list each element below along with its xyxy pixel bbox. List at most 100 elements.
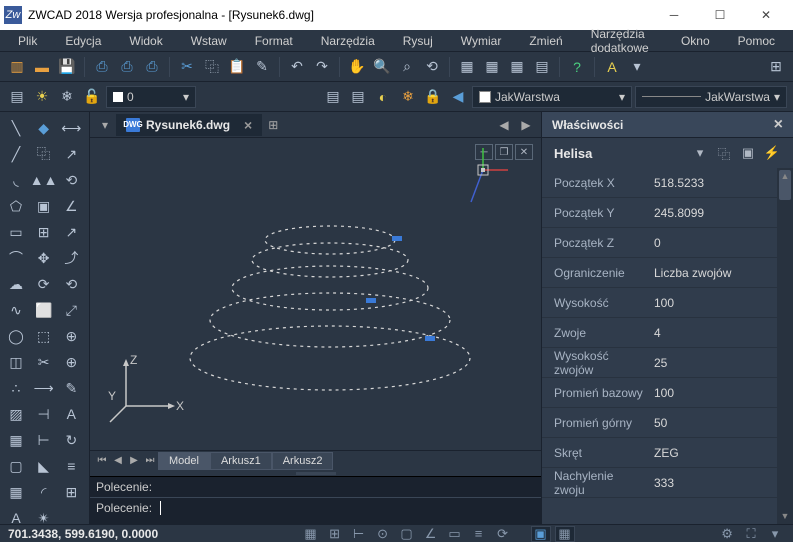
tab-dropdown-icon[interactable]: ▾	[96, 116, 114, 134]
trim-icon[interactable]: ✂	[32, 350, 56, 374]
menu-window[interactable]: Okno	[667, 32, 724, 50]
dim-jogged-icon[interactable]: ⤴	[59, 246, 83, 270]
layout-first-icon[interactable]: ⏮	[94, 453, 110, 469]
property-value[interactable]: 245.8099	[646, 206, 793, 220]
pan-icon[interactable]: ✋	[346, 56, 368, 78]
menu-help[interactable]: Pomoc	[724, 32, 789, 50]
text-style-icon[interactable]: A	[601, 56, 623, 78]
command-input[interactable]	[160, 501, 535, 515]
quickprops-icon[interactable]: ▦	[555, 526, 575, 542]
close-button[interactable]: ✕	[743, 0, 789, 30]
property-value[interactable]: 4	[646, 326, 793, 340]
table-icon[interactable]: ▦	[4, 480, 28, 504]
property-value[interactable]: 100	[646, 296, 793, 310]
layout-prev-icon[interactable]: ◀	[110, 453, 126, 469]
ucs-icon[interactable]: X Z Y	[108, 350, 188, 430]
layer-manager-icon[interactable]: ▤	[6, 86, 28, 108]
copy-tool-icon[interactable]: ⿻	[32, 142, 56, 166]
pickbox-icon[interactable]: ⚡	[763, 144, 781, 162]
polar-icon[interactable]: ⊙	[373, 526, 393, 542]
property-value[interactable]: Liczba zwojów	[646, 266, 793, 280]
save-icon[interactable]: 💾	[56, 56, 78, 78]
mirror-icon[interactable]: ▲▲	[32, 168, 56, 192]
center-mark-icon[interactable]: ⊕	[59, 350, 83, 374]
select-objects-icon[interactable]: ▣	[739, 144, 757, 162]
tab-close-icon[interactable]: ×	[244, 117, 252, 133]
layout-next-icon[interactable]: ▶	[126, 453, 142, 469]
fullscreen-icon[interactable]: ⛶	[741, 526, 761, 542]
property-row[interactable]: Zwoje4	[542, 318, 793, 348]
properties-close-icon[interactable]: ×	[774, 116, 783, 134]
zoom-window-icon[interactable]: ⌕	[396, 56, 418, 78]
property-row[interactable]: SkrętZEG	[542, 438, 793, 468]
join-icon[interactable]: ⊢	[32, 428, 56, 452]
layer-off-icon[interactable]: ◐	[372, 86, 394, 108]
expand-icon[interactable]: ⊞	[765, 56, 787, 78]
properties-icon[interactable]: ▦	[456, 56, 478, 78]
break-icon[interactable]: ⊣	[32, 402, 56, 426]
maximize-button[interactable]: ☐	[697, 0, 743, 30]
polygon-icon[interactable]: ⬠	[4, 194, 28, 218]
scroll-down-icon[interactable]: ▼	[777, 508, 793, 524]
offset-icon[interactable]: ▣	[32, 194, 56, 218]
property-row[interactable]: Wysokość100	[542, 288, 793, 318]
open-icon[interactable]: ▬	[31, 56, 53, 78]
copy-icon[interactable]: ⿻	[201, 56, 223, 78]
cut-icon[interactable]: ✂	[176, 56, 198, 78]
layer-prev-icon[interactable]: ◀	[447, 86, 469, 108]
property-row[interactable]: Początek Y245.8099	[542, 198, 793, 228]
property-value[interactable]: 518.5233	[646, 176, 793, 190]
layer-select[interactable]: 0 ▾	[106, 86, 196, 108]
layout-last-icon[interactable]: ⏭	[142, 453, 158, 469]
dim-diameter-icon[interactable]: ∠	[59, 194, 83, 218]
otrack-icon[interactable]: ∠	[421, 526, 441, 542]
point-icon[interactable]: ∴	[4, 376, 28, 400]
tolerance-icon[interactable]: ⊕	[59, 324, 83, 348]
drawing-canvas[interactable]: ─ ❐ ✕	[90, 138, 541, 470]
property-row[interactable]: Nachylenie zwoju333	[542, 468, 793, 498]
dim-angular-icon[interactable]: ↗	[59, 220, 83, 244]
dim-style-icon[interactable]: ≡	[59, 454, 83, 478]
property-value[interactable]: 100	[646, 386, 793, 400]
layer-sun-icon[interactable]: ☀	[31, 86, 53, 108]
linetype-select[interactable]: JakWarstwa ▾	[472, 86, 632, 108]
property-value[interactable]: 50	[646, 416, 793, 430]
dim-text-icon[interactable]: A	[59, 402, 83, 426]
dyn-icon[interactable]: ▭	[445, 526, 465, 542]
revcloud-icon[interactable]: ☁	[4, 272, 28, 296]
region-icon[interactable]: ▢	[4, 454, 28, 478]
arc-icon[interactable]: ◟	[4, 168, 28, 192]
design-center-icon[interactable]: ▦	[481, 56, 503, 78]
property-row[interactable]: Promień bazowy100	[542, 378, 793, 408]
tab-scroll-right-icon[interactable]: ▶	[517, 116, 535, 134]
zoom-realtime-icon[interactable]: 🔍	[371, 56, 393, 78]
properties-header[interactable]: Właściwości ×	[542, 112, 793, 138]
scale-icon[interactable]: ⬜	[32, 298, 56, 322]
matchprop-icon[interactable]: ✎	[251, 56, 273, 78]
snap-icon[interactable]: ⊞	[325, 526, 345, 542]
menu-view[interactable]: Widok	[115, 32, 176, 50]
dropdown-icon[interactable]: ▾	[626, 56, 648, 78]
print-icon[interactable]: ⎙	[91, 56, 113, 78]
rotate-icon[interactable]: ⟳	[32, 272, 56, 296]
block-icon[interactable]: ◫	[4, 350, 28, 374]
doc-tab[interactable]: DWG Rysunek6.dwg ×	[116, 114, 262, 136]
print-preview-icon[interactable]: ⎙	[116, 56, 138, 78]
paste-icon[interactable]: 📋	[226, 56, 248, 78]
layer-state-icon[interactable]: ▤	[322, 86, 344, 108]
calc-icon[interactable]: ▤	[531, 56, 553, 78]
property-value[interactable]: 333	[646, 476, 793, 490]
tool-palette-icon[interactable]: ▦	[506, 56, 528, 78]
dimension-icon[interactable]: ⟷	[59, 116, 83, 140]
dim-override-icon[interactable]: ⊞	[59, 480, 83, 504]
tab-layout1[interactable]: Arkusz1	[210, 452, 272, 470]
layer-freeze2-icon[interactable]: ❄	[397, 86, 419, 108]
view-cube-axes[interactable]	[463, 146, 513, 206]
array-icon[interactable]: ⊞	[32, 220, 56, 244]
property-value[interactable]: 0	[646, 236, 793, 250]
layer-lock-icon[interactable]: 🔓	[81, 86, 103, 108]
dim-edit-icon[interactable]: ✎	[59, 376, 83, 400]
lwt-icon[interactable]: ≡	[469, 526, 489, 542]
tab-layout2[interactable]: Arkusz2	[272, 452, 334, 470]
tab-model[interactable]: Model	[158, 452, 210, 470]
